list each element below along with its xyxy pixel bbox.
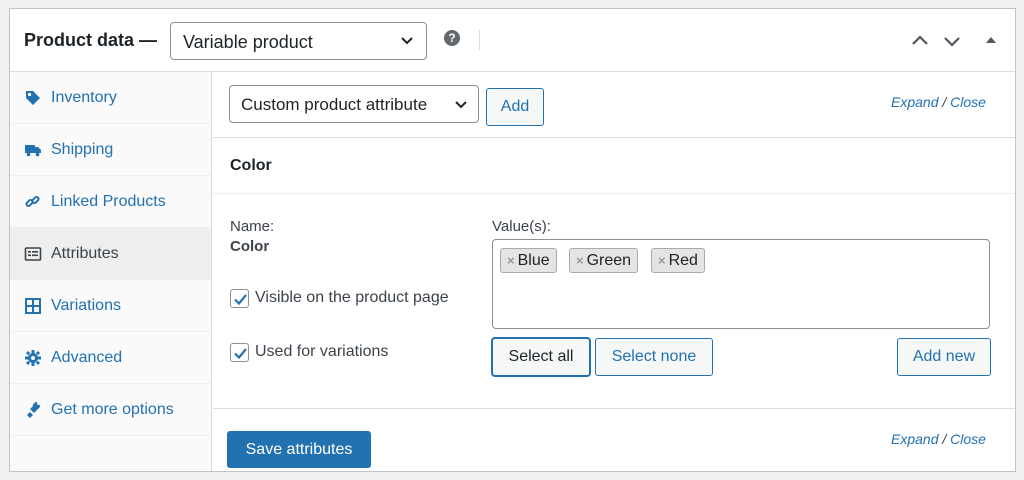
move-down-icon[interactable] xyxy=(942,31,962,56)
tab-attributes[interactable]: Attributes xyxy=(10,228,211,280)
select-none-button[interactable]: Select none xyxy=(595,338,713,376)
tab-label: Attributes xyxy=(51,245,119,262)
expand-link[interactable]: Expand xyxy=(891,94,938,110)
value-chip: × Blue xyxy=(500,248,557,273)
attribute-body: Name: Color Visible on the product page … xyxy=(213,194,1015,409)
attribute-header[interactable]: Color xyxy=(213,138,1015,194)
tag-icon xyxy=(24,89,42,107)
tab-label: Inventory xyxy=(51,89,117,106)
product-data-panel: Product data — Variable product ? Invent… xyxy=(9,8,1016,472)
values-multiselect[interactable]: × Blue × Green × Red xyxy=(492,239,990,329)
chevron-down-icon xyxy=(400,33,414,52)
name-value: Color xyxy=(230,238,270,255)
variations-label: Used for variations xyxy=(255,343,389,360)
collapse-panel-icon[interactable] xyxy=(985,33,997,51)
product-data-tabs: Inventory Shipping Linked Products Attri… xyxy=(10,72,212,471)
remove-value-icon[interactable]: × xyxy=(576,253,584,268)
header-divider xyxy=(479,30,480,50)
move-up-icon[interactable] xyxy=(910,31,930,56)
attribute-type-value: Custom product attribute xyxy=(241,95,428,114)
value-chip-label: Blue xyxy=(517,252,550,269)
product-type-value: Variable product xyxy=(183,32,313,52)
attribute-block: Color Name: Color Visible on the product… xyxy=(213,137,1015,409)
remove-value-icon[interactable]: × xyxy=(507,253,515,268)
tab-get-more-options[interactable]: Get more options xyxy=(10,384,211,436)
list-icon xyxy=(24,245,42,263)
plugin-icon xyxy=(24,401,42,419)
tab-label: Variations xyxy=(51,297,121,314)
panel-header: Product data — Variable product ? xyxy=(10,9,1015,72)
expand-close-bottom: Expand / Close xyxy=(891,431,986,447)
tab-label: Linked Products xyxy=(51,193,166,210)
value-chip-label: Green xyxy=(586,252,632,269)
close-link[interactable]: Close xyxy=(950,94,986,110)
variations-checkbox[interactable] xyxy=(230,343,249,362)
value-chip: × Red xyxy=(651,248,705,273)
tab-label: Shipping xyxy=(51,141,114,158)
value-chip: × Green xyxy=(569,248,639,273)
attribute-type-select[interactable]: Custom product attribute xyxy=(229,85,479,123)
value-chip-label: Red xyxy=(668,252,698,269)
visible-checkbox[interactable] xyxy=(230,289,249,308)
expand-close-top: Expand / Close xyxy=(891,94,986,110)
expand-link[interactable]: Expand xyxy=(891,431,938,447)
panel-title: Product data — xyxy=(24,30,158,50)
link-icon xyxy=(24,193,42,211)
remove-value-icon[interactable]: × xyxy=(658,253,666,268)
tab-label: Advanced xyxy=(51,349,123,366)
add-new-value-button[interactable]: Add new xyxy=(897,338,991,376)
visible-label: Visible on the product page xyxy=(255,289,449,306)
link-separator: / xyxy=(938,431,951,447)
gear-icon xyxy=(24,349,42,367)
select-all-button[interactable]: Select all xyxy=(492,338,590,376)
tab-variations[interactable]: Variations xyxy=(10,280,211,332)
help-icon[interactable]: ? xyxy=(444,30,460,46)
values-label: Value(s): xyxy=(492,218,551,235)
attribute-title: Color xyxy=(230,157,272,174)
link-separator: / xyxy=(938,94,951,110)
close-link[interactable]: Close xyxy=(950,431,986,447)
grid-icon xyxy=(24,297,42,315)
tab-shipping[interactable]: Shipping xyxy=(10,124,211,176)
tab-advanced[interactable]: Advanced xyxy=(10,332,211,384)
save-attributes-button[interactable]: Save attributes xyxy=(227,431,371,468)
name-label: Name: xyxy=(230,218,275,235)
tab-linked-products[interactable]: Linked Products xyxy=(10,176,211,228)
add-attribute-button[interactable]: Add xyxy=(486,88,544,126)
product-type-select[interactable]: Variable product xyxy=(170,22,427,60)
tab-inventory[interactable]: Inventory xyxy=(10,72,211,124)
tab-label: Get more options xyxy=(51,401,174,418)
truck-icon xyxy=(24,141,42,159)
chevron-down-icon xyxy=(454,97,468,116)
